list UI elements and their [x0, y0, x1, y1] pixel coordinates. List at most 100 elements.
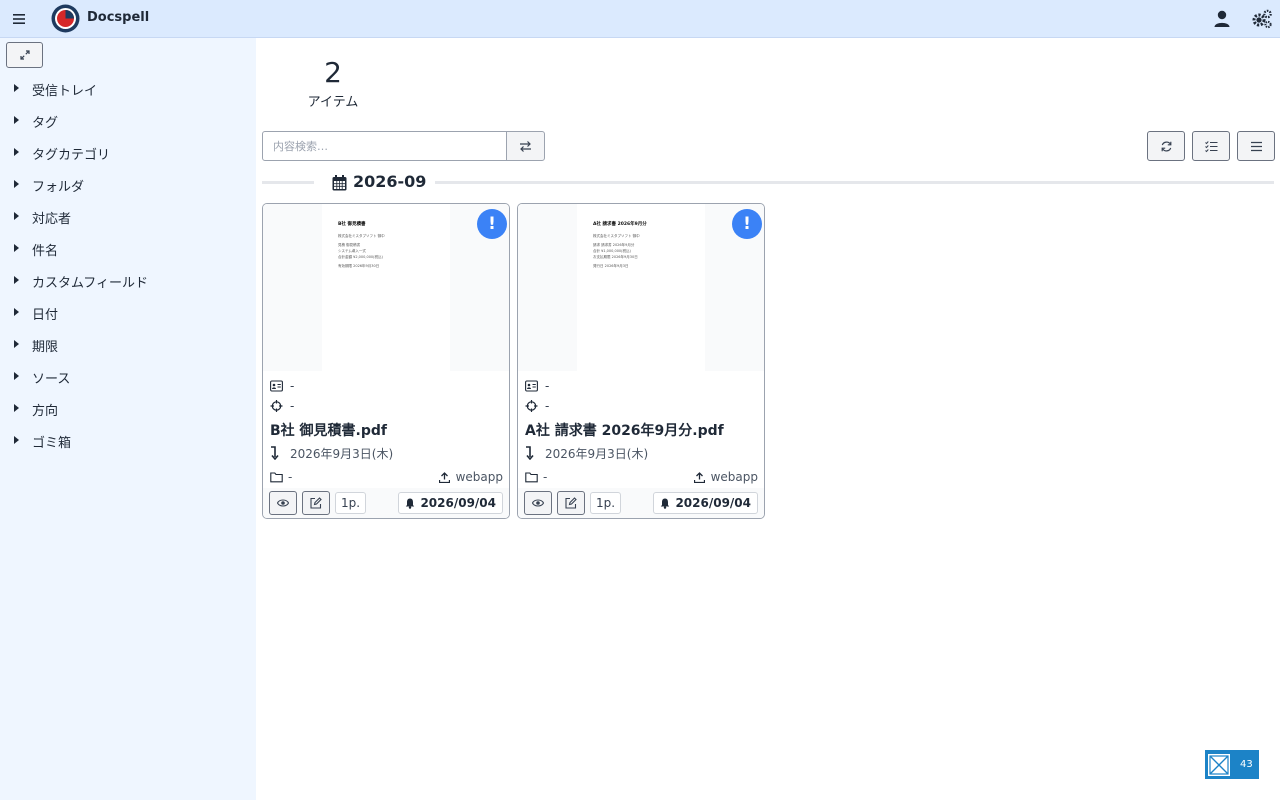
edit-button[interactable] — [302, 491, 330, 515]
concerning-value: - — [290, 399, 295, 413]
select-mode-button[interactable] — [1192, 131, 1230, 161]
due-date-badge: 2026/09/04 — [653, 492, 758, 514]
sidebar-item-label: タグカテゴリ — [32, 148, 111, 163]
item-date: 2026年9月3日(木) — [290, 447, 394, 461]
user-icon[interactable] — [1212, 9, 1232, 29]
level-down-icon — [271, 446, 279, 460]
exclamation-icon: ! — [488, 214, 496, 234]
sidebar-item-concerning[interactable]: 件名 — [0, 235, 256, 261]
sidebar: 受信トレイ タグ タグカテゴリ フォルダ 対応者 件名 カスタムフィールド 日付… — [0, 38, 256, 800]
sidebar-item-label: タグ — [32, 116, 59, 131]
sidebar-item-due-date[interactable]: 期限 — [0, 331, 256, 357]
sidebar-item-folders[interactable]: フォルダ — [0, 171, 256, 197]
thumbnail-line: お支払期限 2026年9月30日 — [593, 255, 638, 259]
sidebar-item-source[interactable]: ソース — [0, 363, 256, 389]
sidebar-item-label: 日付 — [32, 308, 59, 323]
search-mode-toggle-button[interactable] — [506, 131, 545, 161]
sidebar-item-tag-categories[interactable]: タグカテゴリ — [0, 139, 256, 165]
hamburger-icon[interactable] — [8, 8, 30, 30]
card-footer: 1p. 2026/09/04 — [263, 488, 509, 518]
correspondent-row: - — [525, 378, 549, 394]
sidebar-item-label: 方向 — [32, 404, 59, 419]
item-name[interactable]: B社 御見積書.pdf — [270, 420, 387, 440]
top-bar: Docspell — [0, 0, 1280, 38]
exchange-icon — [520, 140, 531, 152]
thumbnail-title: B社 御見積書 — [338, 222, 366, 227]
docspell-logo[interactable] — [51, 4, 80, 33]
caret-right-icon — [14, 372, 19, 380]
item-name[interactable]: A社 請求書 2026年9月分.pdf — [525, 420, 724, 440]
thumbnail-line: 合計金額 ¥2,000,000(税込) — [338, 255, 383, 259]
thumbnail-line: 請求 請求書 2026年9月分 — [593, 243, 635, 247]
thumbnail-line: システム導入一式 — [338, 249, 366, 253]
broken-image-icon — [1208, 753, 1230, 776]
item-date: 2026年9月3日(木) — [545, 447, 649, 461]
sidebar-item-direction[interactable]: 方向 — [0, 395, 256, 421]
expand-icon — [19, 50, 30, 60]
source-info: webapp — [693, 470, 758, 484]
preview-button[interactable] — [524, 491, 552, 515]
search-input[interactable] — [262, 131, 507, 161]
upload-icon — [438, 471, 450, 483]
edit-icon — [565, 497, 577, 509]
sidebar-item-correspondent[interactable]: 対応者 — [0, 203, 256, 229]
notification-count: 43 — [1240, 759, 1253, 770]
caret-right-icon — [14, 180, 19, 188]
item-count-label: アイテム — [307, 95, 359, 110]
thumbnail-line: 合計 ¥1,000,000(税込) — [593, 249, 631, 253]
item-card[interactable]: A社 請求書 2026年9月分 株式会社ミスタブソフト 御中 請求 請求書 20… — [517, 203, 765, 519]
sidebar-item-custom-fields[interactable]: カスタムフィールド — [0, 267, 256, 293]
new-item-badge: ! — [732, 209, 762, 239]
app-title[interactable]: Docspell — [87, 10, 149, 25]
sidebar-item-label: ゴミ箱 — [32, 436, 72, 451]
gears-icon[interactable] — [1251, 9, 1273, 29]
document-thumbnail[interactable]: B社 御見積書 株式会社ミスタブソフト 御中 見積 御見積書 システム導入一式 … — [263, 204, 509, 371]
expand-all-button[interactable] — [6, 42, 43, 68]
sidebar-item-label: 受信トレイ — [32, 84, 98, 99]
sidebar-item-date[interactable]: 日付 — [0, 299, 256, 325]
sidebar-item-label: フォルダ — [32, 180, 85, 195]
caret-right-icon — [14, 116, 19, 124]
caret-right-icon — [14, 308, 19, 316]
caret-right-icon — [14, 148, 19, 156]
notification-widget[interactable]: 43 — [1205, 750, 1259, 779]
due-date-badge: 2026/09/04 — [398, 492, 503, 514]
folder-icon — [525, 472, 538, 483]
group-title: 2026-09 — [353, 172, 427, 191]
thumbnail-line: 見積 御見積書 — [338, 243, 361, 247]
calendar-icon — [332, 175, 347, 191]
item-card[interactable]: B社 御見積書 株式会社ミスタブソフト 御中 見積 御見積書 システム導入一式 … — [262, 203, 510, 519]
address-card-icon — [525, 380, 538, 392]
level-down-icon — [526, 446, 534, 460]
eye-icon — [277, 499, 289, 507]
folder-icon — [270, 472, 283, 483]
concerning-row: - — [525, 398, 549, 414]
address-card-icon — [270, 380, 283, 392]
caret-right-icon — [14, 212, 19, 220]
crosshair-icon — [525, 400, 538, 412]
item-count: 2 — [324, 56, 342, 89]
bell-icon — [661, 498, 670, 509]
sidebar-item-label: 期限 — [32, 340, 59, 355]
sidebar-item-tags[interactable]: タグ — [0, 107, 256, 133]
document-thumbnail[interactable]: A社 請求書 2026年9月分 株式会社ミスタブソフト 御中 請求 請求書 20… — [518, 204, 764, 371]
reload-button[interactable] — [1147, 131, 1185, 161]
thumbnail-line: 発行日 2026年9月3日 — [593, 264, 629, 268]
checklist-icon — [1204, 140, 1217, 152]
thumbnail-line: 株式会社ミスタブソフト 御中 — [338, 234, 385, 238]
sidebar-item-inbox[interactable]: 受信トレイ — [0, 75, 256, 101]
page-count-badge: 1p. — [335, 492, 366, 514]
sidebar-item-trash[interactable]: ゴミ箱 — [0, 427, 256, 453]
caret-right-icon — [14, 436, 19, 444]
eye-icon — [532, 499, 544, 507]
correspondent-row: - — [270, 378, 294, 394]
sidebar-item-label: 対応者 — [32, 212, 72, 227]
preview-button[interactable] — [269, 491, 297, 515]
card-footer: 1p. 2026/09/04 — [518, 488, 764, 518]
thumbnail-line: 株式会社ミスタブソフト 御中 — [593, 234, 640, 238]
edit-button[interactable] — [557, 491, 585, 515]
correspondent-value: - — [290, 379, 295, 393]
sidebar-item-label: ソース — [32, 372, 71, 387]
sidebar-item-label: 件名 — [32, 244, 59, 259]
view-list-button[interactable] — [1237, 131, 1275, 161]
